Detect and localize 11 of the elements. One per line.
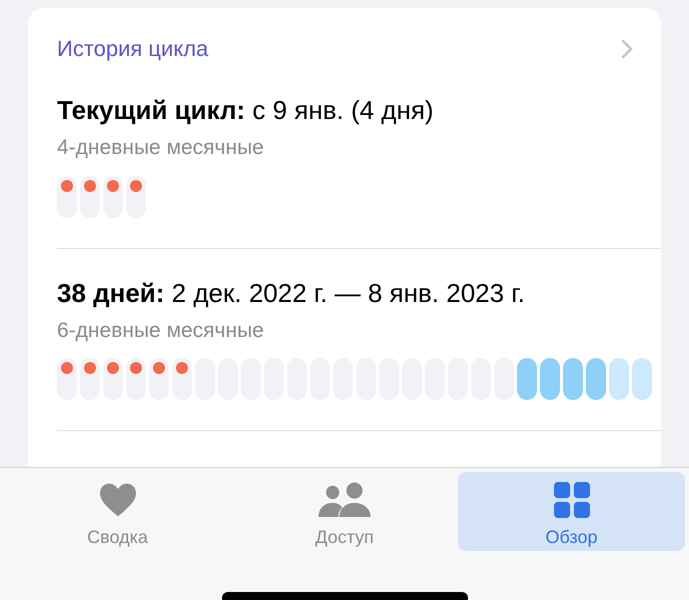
tab[interactable]: Сводка — [4, 472, 231, 551]
tab[interactable]: Обзор — [458, 472, 685, 551]
cycle-subtitle: 4-дневные месячные — [57, 135, 265, 161]
cycle-heading: Текущий цикл: с 9 янв. (4 дня) — [57, 94, 435, 126]
cycle-heading: 38 дней: 2 дек. 2022 г. — 8 янв. 2023 г. — [57, 276, 526, 308]
tab[interactable]: Доступ — [231, 472, 458, 551]
grid-icon — [552, 482, 590, 518]
cycle-subtitle: 6-дневные месячные — [57, 318, 265, 344]
card-title[interactable]: История цикла — [57, 32, 208, 65]
chevron-right-icon[interactable] — [621, 38, 633, 58]
people-icon — [316, 482, 372, 518]
